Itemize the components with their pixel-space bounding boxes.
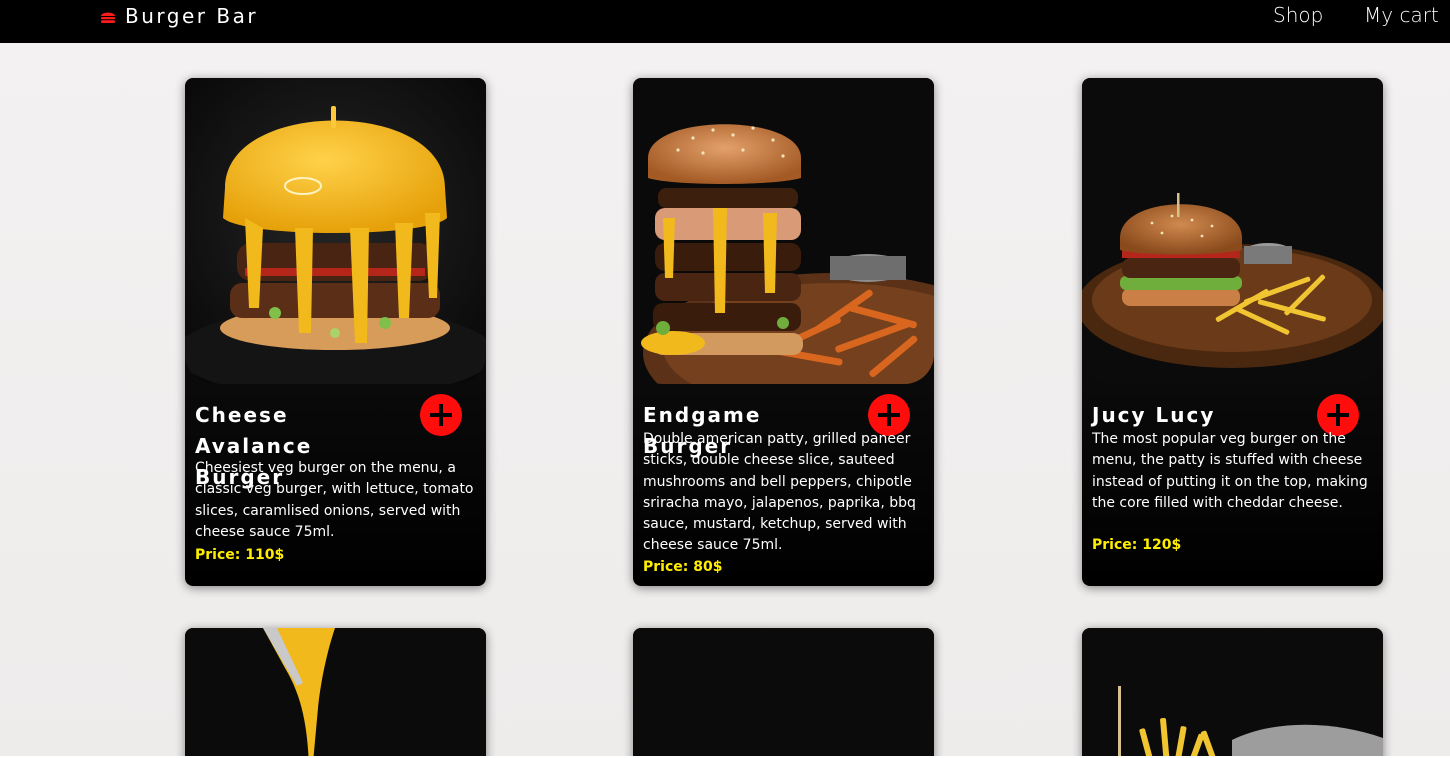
product-description: Double american patty, grilled paneer st…	[643, 431, 916, 554]
plus-icon	[1327, 404, 1349, 426]
product-title: Jucy Lucy	[1092, 403, 1216, 427]
plus-icon	[878, 404, 900, 426]
burger-icon	[100, 9, 116, 23]
brand[interactable]: Burger Bar	[100, 4, 258, 28]
product-description: The most popular veg burger on the menu,…	[1092, 431, 1368, 511]
plus-icon	[430, 404, 452, 426]
product-card	[185, 628, 486, 758]
product-card	[1082, 628, 1383, 758]
product-card	[633, 628, 934, 758]
product-card: Jucy Lucy The most popular veg burger on…	[1082, 78, 1383, 586]
add-to-cart-button[interactable]	[420, 394, 462, 436]
product-image	[185, 628, 486, 758]
product-image	[633, 78, 934, 384]
product-price: Price: 80$	[643, 559, 723, 575]
product-image	[633, 628, 934, 758]
product-card: Endgame Burger Double american patty, gr…	[633, 78, 934, 586]
nav-link-shop[interactable]: Shop	[1273, 3, 1323, 27]
product-card: Cheese Avalance Burger Cheesiest veg bur…	[185, 78, 486, 586]
product-image	[1082, 628, 1383, 758]
product-price: Price: 120$	[1092, 537, 1182, 553]
product-image	[1082, 78, 1383, 384]
nav-link-my-cart[interactable]: My cart	[1364, 3, 1439, 27]
product-image	[185, 78, 486, 384]
navbar: Burger Bar Shop My cart	[0, 0, 1450, 43]
product-price: Price: 110$	[195, 547, 285, 563]
product-description: Cheesiest veg burger on the menu, a clas…	[195, 460, 474, 540]
brand-name: Burger Bar	[125, 4, 259, 28]
